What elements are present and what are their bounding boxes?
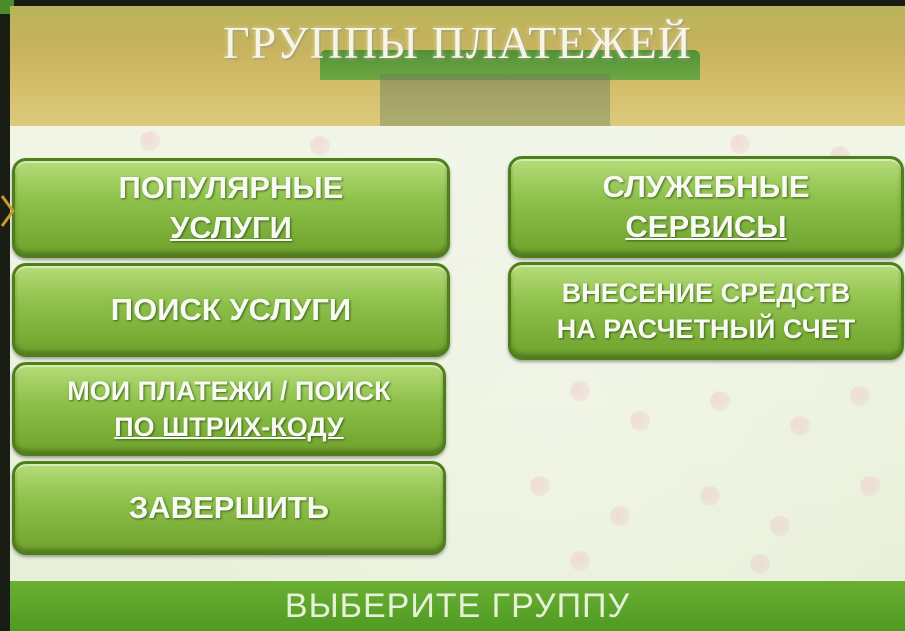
status-bar: ВЫБЕРИТЕ ГРУППУ <box>10 581 905 631</box>
background-window <box>380 74 610 126</box>
search-service-label: ПОИСК УСЛУГИ <box>110 292 352 327</box>
my-payments-line1: МОИ ПЛАТЕЖИ / ПОИСК <box>67 376 391 406</box>
popular-services-line2: УСЛУГИ <box>170 210 292 245</box>
chevron-right-icon <box>0 195 15 227</box>
page-title: ГРУППЫ ПЛАТЕЖЕЙ <box>223 17 692 68</box>
finish-label: ЗАВЕРШИТЬ <box>128 490 330 525</box>
header: ГРУППЫ ПЛАТЕЖЕЙ <box>10 6 905 126</box>
popular-services-line1: ПОПУЛЯРНЫЕ <box>118 170 344 205</box>
deposit-line2: НА РАСЧЕТНЫЙ СЧЕТ <box>556 314 856 344</box>
my-payments-barcode-button[interactable]: МОИ ПЛАТЕЖИ / ПОИСК ПО ШТРИХ-КОДУ <box>12 362 446 456</box>
deposit-to-account-button[interactable]: ВНЕСЕНИЕ СРЕДСТВ НА РАСЧЕТНЫЙ СЧЕТ <box>508 262 904 360</box>
popular-services-button[interactable]: ПОПУЛЯРНЫЕ УСЛУГИ <box>12 158 450 258</box>
finish-button[interactable]: ЗАВЕРШИТЬ <box>12 461 446 555</box>
my-payments-line2: ПО ШТРИХ-КОДУ <box>114 412 344 442</box>
deposit-line1: ВНЕСЕНИЕ СРЕДСТВ <box>561 278 851 308</box>
service-functions-button[interactable]: СЛУЖЕБНЫЕ СЕРВИСЫ <box>508 156 904 258</box>
atm-screen: ГРУППЫ ПЛАТЕЖЕЙ ПОПУЛЯРНЫЕ УСЛУГИ СЛУЖЕБ… <box>10 6 905 631</box>
search-service-button[interactable]: ПОИСК УСЛУГИ <box>12 263 450 357</box>
service-functions-line1: СЛУЖЕБНЫЕ <box>602 169 810 204</box>
service-functions-line2: СЕРВИСЫ <box>625 209 787 244</box>
status-text: ВЫБЕРИТЕ ГРУППУ <box>284 587 631 625</box>
